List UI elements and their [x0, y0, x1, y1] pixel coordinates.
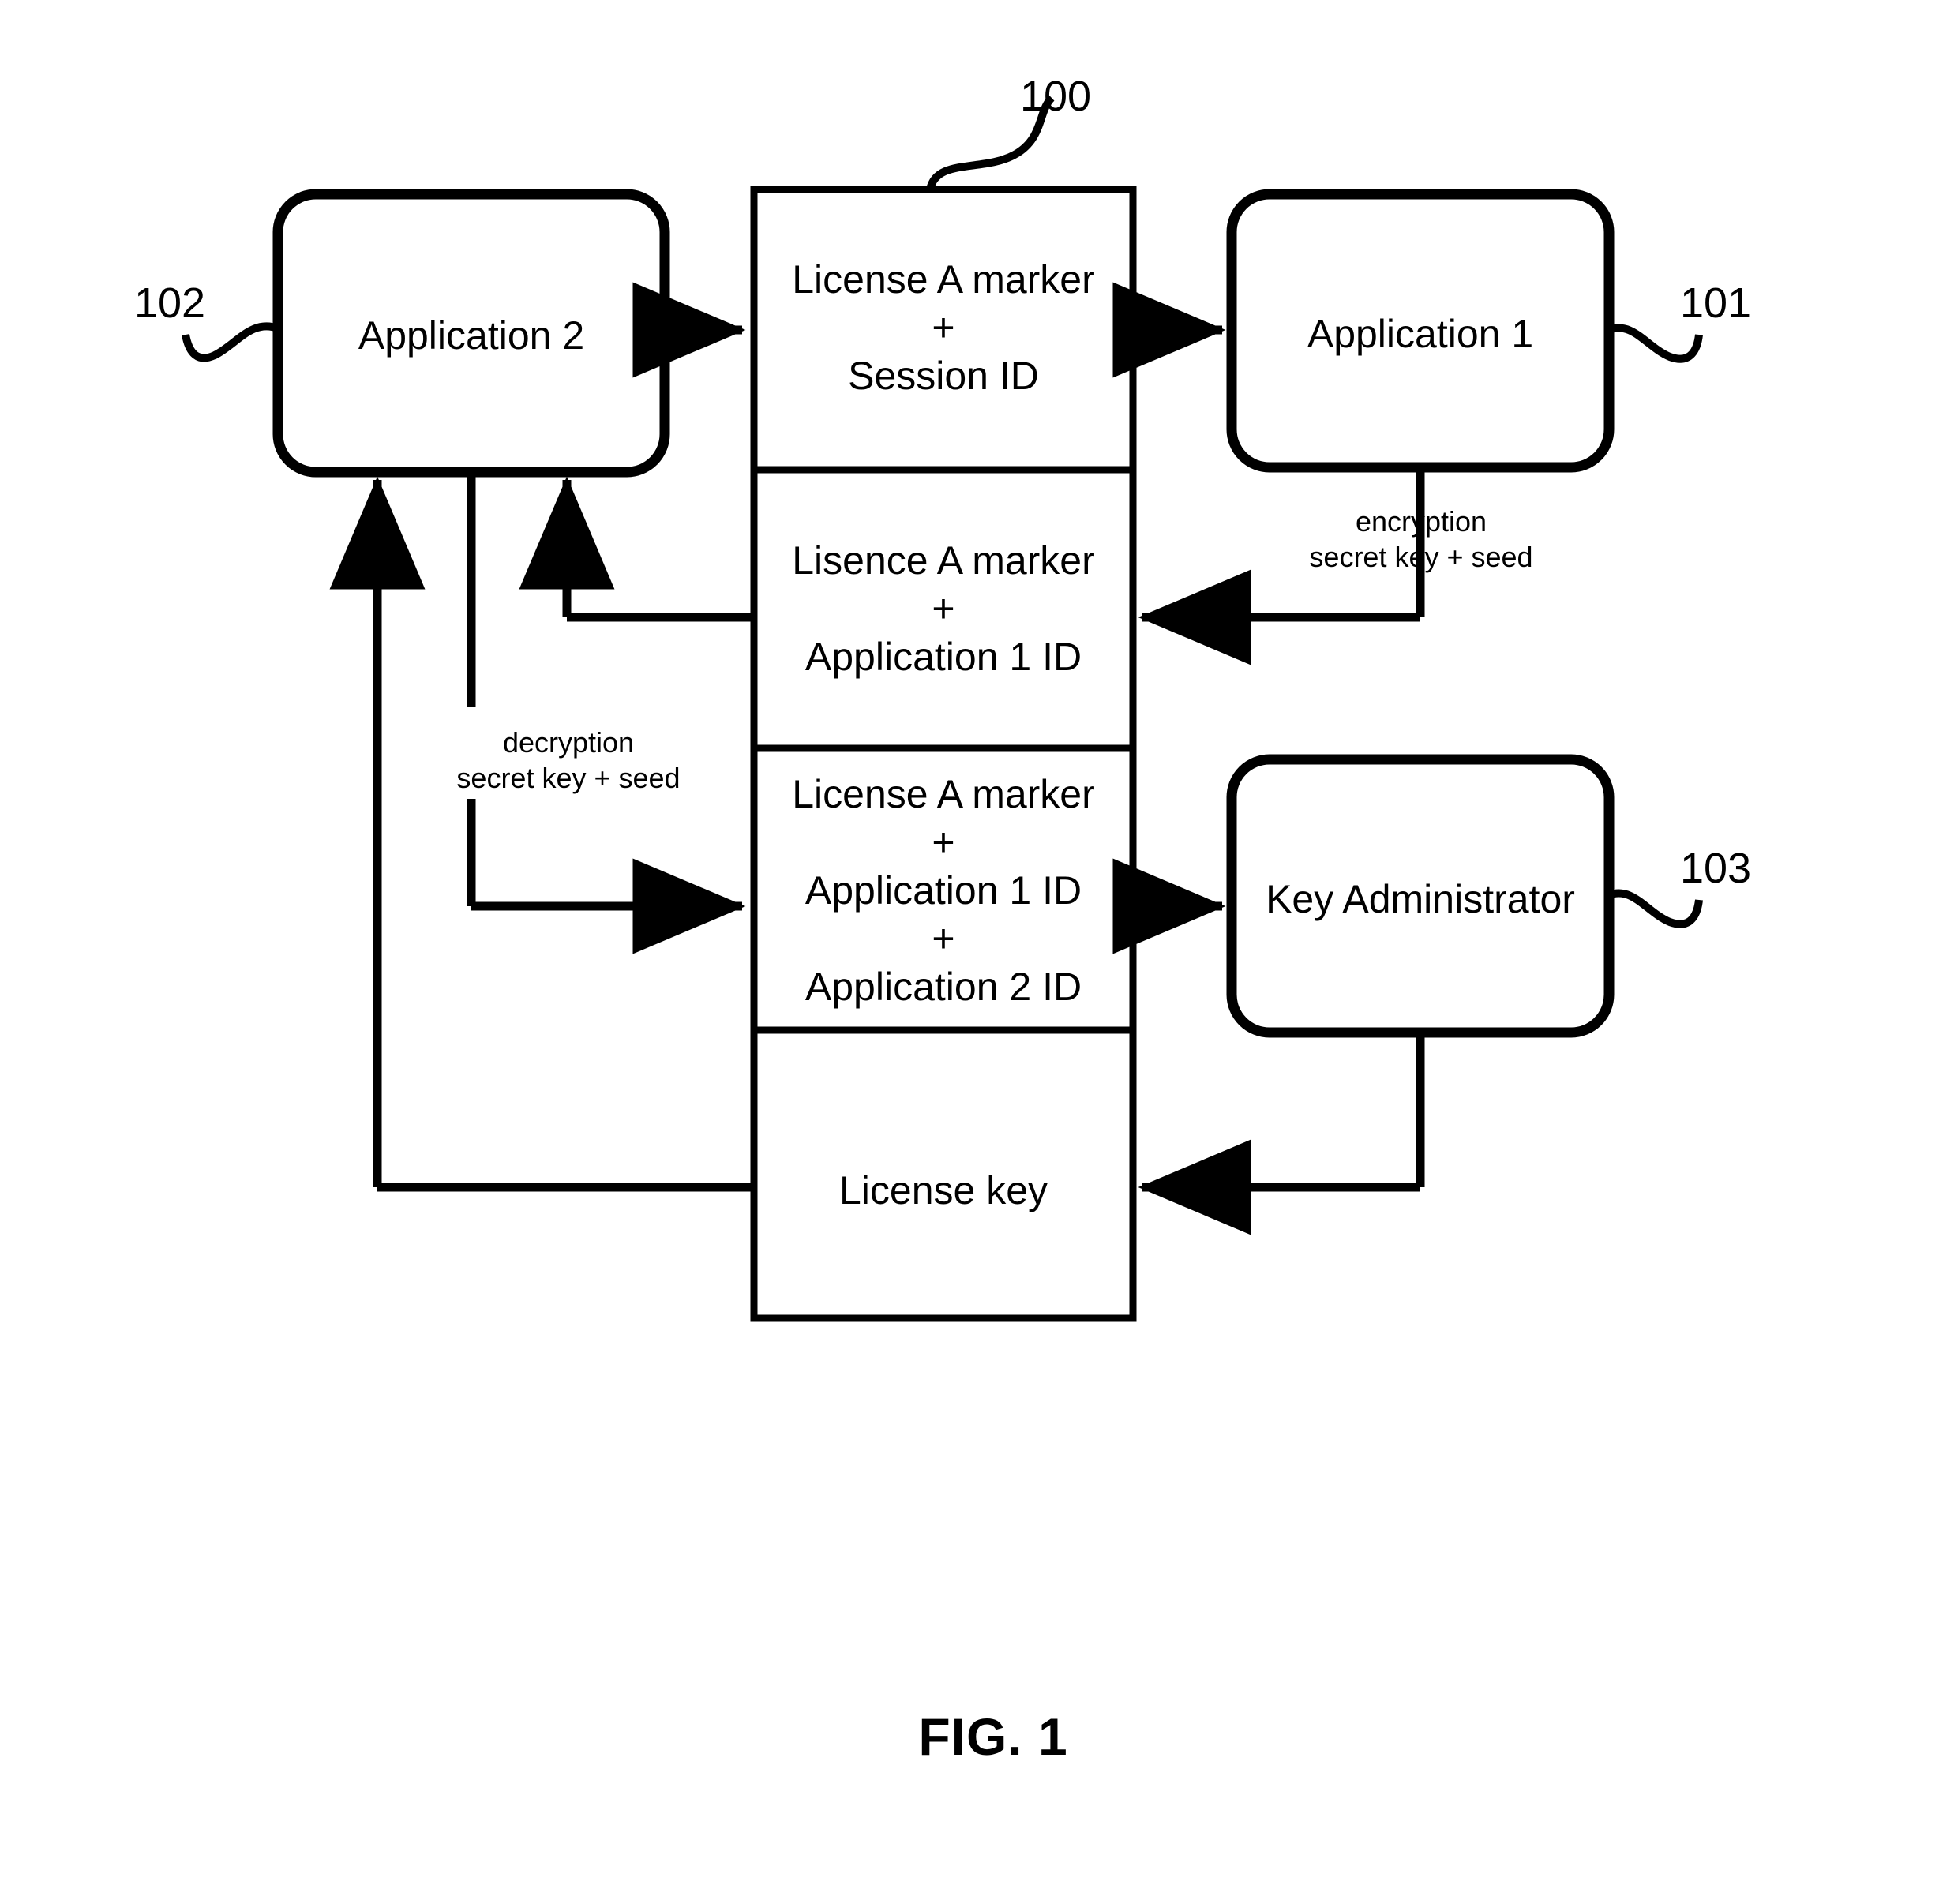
reference-numeral-103: 103 [1679, 845, 1752, 892]
encryption-annotation: encryption secret key + seed [1309, 505, 1533, 573]
reference-numeral-102: 102 [133, 279, 206, 327]
reference-numeral-101: 101 [1679, 279, 1752, 327]
table-row-4-text: License key [838, 1168, 1048, 1212]
key-administrator-label: Key Administrator [1266, 877, 1575, 921]
table-row-1-text: License A marker + Session ID [792, 257, 1095, 398]
reference-numeral-100: 100 [1019, 73, 1092, 120]
decryption-annotation: decryption secret key + seed [456, 726, 681, 794]
table-row-2-text: Lisence A marker + Application 1 ID [792, 538, 1095, 679]
leader-line-101 [1607, 324, 1703, 363]
figure-caption: FIG. 1 [918, 1707, 1068, 1766]
table-row-3-text: License A marker + Application 1 ID + Ap… [792, 772, 1095, 1009]
patent-figure: Application 2 Application 1 Key Administ… [0, 0, 1954, 1904]
application-1-label: Application 1 [1307, 312, 1534, 356]
leader-line-102 [182, 322, 279, 362]
application-2-label: Application 2 [358, 313, 585, 358]
